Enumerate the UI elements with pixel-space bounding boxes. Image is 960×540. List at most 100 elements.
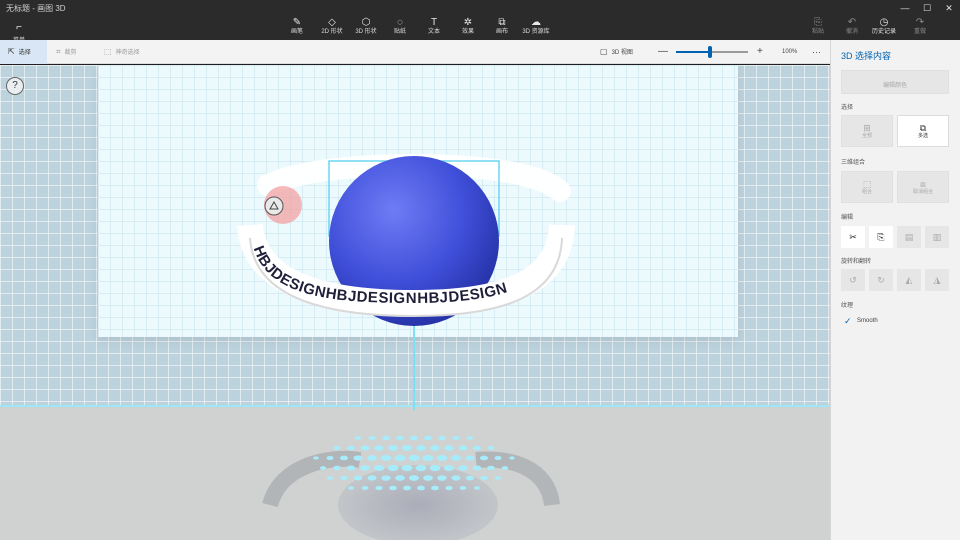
shadow-dot: [458, 465, 468, 471]
close-window-button[interactable]: ✕: [942, 2, 956, 14]
smooth-checkbox[interactable]: ✓: [844, 317, 853, 326]
shadow-dot: [458, 445, 468, 451]
shadow-dot: [417, 485, 425, 491]
magic-select-label: 神奇选择: [115, 50, 140, 56]
shadow-dot: [333, 465, 341, 471]
tool-brushes[interactable]: ✎ 画笔: [278, 17, 316, 39]
ungroup-button[interactable]: ⧈ 取消组合: [897, 171, 949, 203]
tool-effects[interactable]: ✲ 效果: [449, 17, 487, 39]
shadow-dot: [339, 455, 349, 461]
shadow-dot: [480, 475, 488, 481]
shadow-dot: [402, 445, 412, 451]
shapes-3d-icon: ⬡: [361, 17, 371, 28]
tool-3d-library[interactable]: ☁ 3D 资源库: [517, 17, 555, 39]
magic-select-button[interactable]: ⬚ 神奇选择: [104, 40, 140, 64]
more-options-button[interactable]: ···: [812, 40, 821, 64]
history-icon: ◷: [879, 17, 889, 28]
zoom-slider-thumb[interactable]: [707, 46, 712, 58]
shadow-dot: [367, 455, 377, 461]
maximize-button[interactable]: ☐: [920, 2, 934, 14]
zoom-slider-fill: [676, 51, 710, 53]
paste-button[interactable]: ⎘ 粘贴: [802, 17, 834, 39]
shadow-dot: [346, 465, 356, 471]
canvas-icon: ⧉: [498, 17, 506, 28]
rotate-right-button[interactable]: ↻: [869, 269, 893, 291]
crop-icon: ⌗: [56, 47, 61, 56]
tool-2d-shapes[interactable]: ◇ 2D 形状: [313, 17, 351, 39]
paste-icon: ⎘: [814, 17, 822, 28]
select-all-label: 全部: [861, 133, 872, 139]
history-label: 历史记录: [871, 29, 896, 35]
menu-button[interactable]: ⌐ 菜单: [8, 17, 30, 45]
shadow-dot: [380, 454, 392, 462]
shadow-dot: [472, 465, 482, 471]
shadow-dot: [465, 475, 475, 481]
zoom-slider[interactable]: [676, 46, 748, 58]
group-button[interactable]: ⬚ 组合: [841, 171, 893, 203]
section-edit: 编辑: [841, 215, 854, 221]
shadow-dot: [438, 435, 446, 441]
section-rotate: 旋转和翻转: [841, 259, 872, 265]
shadow-dot: [381, 475, 391, 481]
magic-select-icon: ⬚: [104, 47, 112, 56]
rotate-left-icon: ↺: [849, 275, 857, 285]
history-button[interactable]: ◷ 历史记录: [868, 17, 900, 39]
shadow-dot: [465, 455, 475, 461]
sticker-icon: ◌: [397, 17, 403, 28]
rotate-left-button[interactable]: ↺: [841, 269, 865, 291]
properties-panel: 3D 选择内容 编辑颜色 选择 ⊞ 全部 ⧉ 多选 三维组合 ⬚ 组合 ⧈ 取消…: [830, 40, 960, 540]
shadow-dot: [466, 436, 474, 440]
checkmark-icon: ✓: [844, 316, 852, 326]
cut-button[interactable]: ✂: [841, 226, 865, 248]
rotate-handle-icon[interactable]: [264, 196, 284, 216]
shadow-dot: [429, 464, 441, 472]
shadow-dot: [347, 445, 355, 451]
tool-label: 3D 形状: [355, 29, 377, 35]
shadow-dot: [409, 475, 419, 481]
secondary-toolbar: ⇱ 选择 ⌗ 裁剪 ⬚ 神奇选择 ▢ 3D 视图 — + 100% ···: [0, 40, 830, 64]
scene-3d: HBJDESIGNHBJDESIGNHBJDESIGN: [237, 153, 575, 540]
shadow-dot: [445, 485, 453, 491]
paste-label: 粘贴: [811, 29, 824, 35]
shadow-dot: [423, 475, 433, 481]
view-3d-label: 3D 视图: [611, 50, 633, 56]
flip-horizontal-button[interactable]: ◭: [897, 269, 921, 291]
workspace-canvas[interactable]: ? HBJDESIGNHBJDESIGNHBJDESIGN: [0, 65, 830, 540]
group-icon: ⬚: [862, 179, 872, 189]
shadow-dot: [416, 445, 426, 451]
minimize-button[interactable]: —: [898, 2, 912, 14]
view-3d-toggle[interactable]: ▢ 3D 视图: [600, 40, 633, 64]
tool-stickers[interactable]: ◌ 贴纸: [381, 17, 419, 39]
shadow-dot: [431, 485, 439, 491]
redo-icon: ↷: [915, 17, 925, 28]
shadow-dot: [487, 446, 495, 450]
multi-select-button[interactable]: ⧉ 多选: [897, 115, 949, 147]
undo-button[interactable]: ↶ 撤消: [836, 17, 868, 39]
flip-vertical-button[interactable]: ◮: [925, 269, 949, 291]
tool-3d-shapes[interactable]: ⬡ 3D 形状: [347, 17, 385, 39]
crop-button[interactable]: ⌗ 裁剪: [56, 40, 77, 64]
redo-label: 重做: [913, 29, 926, 35]
shadow-dot: [424, 435, 432, 441]
shadow-dot: [451, 475, 461, 481]
shadow-dot: [452, 435, 460, 441]
zoom-in-button[interactable]: +: [757, 40, 763, 64]
delete-button[interactable]: ▥: [925, 226, 949, 248]
tool-canvas[interactable]: ⧉ 画布: [483, 17, 521, 39]
redo-button[interactable]: ↷ 重做: [904, 17, 936, 39]
view-3d-icon: ▢: [600, 47, 608, 56]
rotate-right-icon: ↻: [877, 275, 885, 285]
shadow-dot: [353, 475, 363, 481]
copy-button[interactable]: ⎘: [869, 226, 893, 248]
shadow-dot: [401, 464, 413, 472]
select-all-button[interactable]: ⊞ 全部: [841, 115, 893, 147]
select-tool-button[interactable]: ⇱ 选择: [0, 40, 47, 64]
shadow-dot: [396, 435, 404, 441]
shadow-dot: [326, 476, 334, 480]
zoom-out-button[interactable]: —: [658, 40, 668, 64]
shadow-dot: [479, 455, 489, 461]
paste-panel-button[interactable]: ▤: [897, 226, 921, 248]
edit-color-button[interactable]: 编辑颜色: [841, 70, 949, 94]
select-all-icon: ⊞: [863, 123, 871, 133]
tool-text[interactable]: T 文本: [415, 17, 453, 39]
